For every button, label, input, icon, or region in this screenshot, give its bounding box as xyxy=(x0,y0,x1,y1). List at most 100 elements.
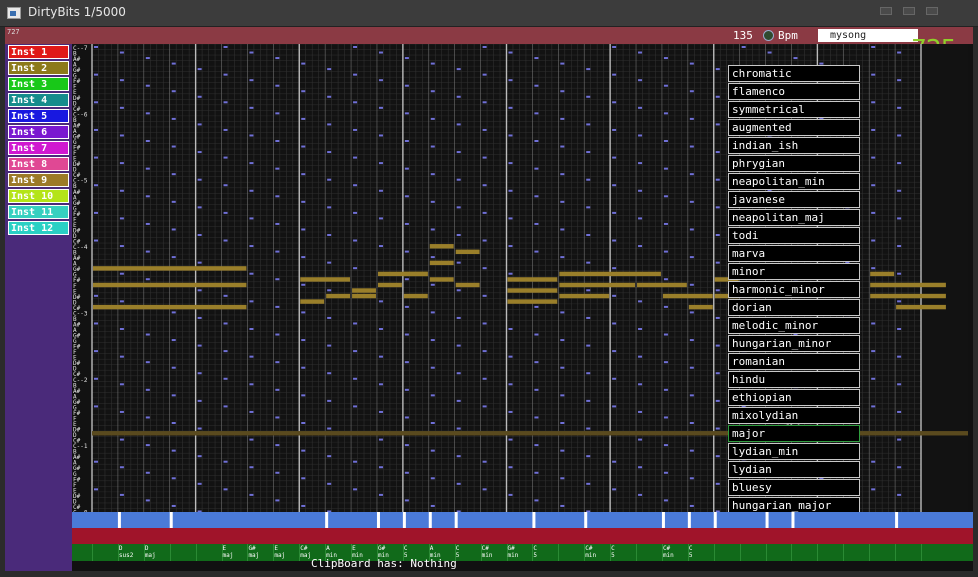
scale-option-minor[interactable]: minor xyxy=(728,263,860,280)
note-block[interactable] xyxy=(455,282,480,288)
instrument-button-4[interactable]: Inst 4 xyxy=(8,93,69,107)
scale-option-indian-ish[interactable]: indian_ish xyxy=(728,137,860,154)
scale-option-dorian[interactable]: dorian xyxy=(728,299,860,316)
chord-label[interactable]: C5 xyxy=(689,545,693,559)
scale-option-hungarian-minor[interactable]: hungarian_minor xyxy=(728,335,860,352)
scale-option-ethiopian[interactable]: ethiopian xyxy=(728,389,860,406)
pattern-marker[interactable] xyxy=(765,512,769,528)
pattern-marker[interactable] xyxy=(687,512,691,528)
note-block[interactable] xyxy=(429,277,454,282)
scale-option-phrygian[interactable]: phrygian xyxy=(728,155,860,172)
chord-label[interactable]: C5 xyxy=(533,545,537,559)
note-block[interactable] xyxy=(300,299,325,304)
instrument-button-9[interactable]: Inst 9 xyxy=(8,173,69,187)
pattern-marker[interactable] xyxy=(428,512,432,528)
note-block[interactable] xyxy=(93,304,247,310)
close-button[interactable] xyxy=(926,7,938,15)
instrument-button-10[interactable]: Inst 10 xyxy=(8,189,69,203)
note-block[interactable] xyxy=(403,293,428,299)
pattern-marker[interactable] xyxy=(895,512,899,528)
instrument-button-3[interactable]: Inst 3 xyxy=(8,77,69,91)
scale-option-lydian[interactable]: lydian xyxy=(728,461,860,478)
scale-option-melodic-minor[interactable]: melodic_minor xyxy=(728,317,860,334)
pattern-marker[interactable] xyxy=(169,512,173,528)
pattern-marker[interactable] xyxy=(117,512,121,528)
playback-bar-fill[interactable] xyxy=(72,512,973,528)
note-block[interactable] xyxy=(870,271,895,277)
chord-label[interactable]: C# maj xyxy=(300,545,311,559)
note-block[interactable] xyxy=(559,293,610,299)
note-block[interactable] xyxy=(429,244,454,249)
note-block[interactable] xyxy=(637,282,687,288)
scale-option-neapolitan-maj[interactable]: neapolitan_maj xyxy=(728,209,860,226)
scale-option-harmonic-minor[interactable]: harmonic_minor xyxy=(728,281,860,298)
note-block[interactable] xyxy=(688,304,713,310)
playback-bar[interactable] xyxy=(72,512,973,528)
pattern-bar[interactable] xyxy=(72,528,973,544)
note-block[interactable] xyxy=(352,288,376,293)
chord-label[interactable]: C# min xyxy=(663,545,674,559)
song-name-field[interactable]: mysong xyxy=(818,29,918,42)
pattern-marker[interactable] xyxy=(376,512,380,528)
note-block[interactable] xyxy=(870,282,946,288)
scale-option-todi[interactable]: todi xyxy=(728,227,860,244)
scale-option-chromatic[interactable]: chromatic xyxy=(728,65,860,82)
scale-option-symmetrical[interactable]: symmetrical xyxy=(728,101,860,118)
note-block[interactable] xyxy=(326,293,351,299)
chord-bar[interactable]: Dsus2 Dmaj Emaj G# maj Emaj C# maj Amin Emin G# min… xyxy=(72,544,973,561)
chord-label[interactable]: Dmaj xyxy=(145,545,156,559)
pattern-marker[interactable] xyxy=(454,512,458,528)
scale-option-neapolitan-min[interactable]: neapolitan_min xyxy=(728,173,860,190)
scale-option-javanese[interactable]: javanese xyxy=(728,191,860,208)
instrument-button-12[interactable]: Inst 12 xyxy=(8,221,69,235)
note-block[interactable] xyxy=(896,304,946,310)
chord-label[interactable]: Emaj xyxy=(223,545,234,559)
scale-option-marva[interactable]: marva xyxy=(728,245,860,262)
instrument-button-7[interactable]: Inst 7 xyxy=(8,141,69,155)
minimize-button[interactable] xyxy=(880,7,892,15)
scale-option-hindu[interactable]: hindu xyxy=(728,371,860,388)
window-titlebar[interactable]: DirtyBits 1/5000 xyxy=(0,0,978,27)
pattern-marker[interactable] xyxy=(325,512,329,528)
scale-option-lydian-min[interactable]: lydian_min xyxy=(728,443,860,460)
note-block[interactable] xyxy=(662,293,713,299)
pattern-marker[interactable] xyxy=(661,512,665,528)
instrument-button-6[interactable]: Inst 6 xyxy=(8,125,69,139)
note-block[interactable] xyxy=(870,293,946,299)
scale-option-mixolydian[interactable]: mixolydian xyxy=(728,407,860,424)
instrument-button-2[interactable]: Inst 2 xyxy=(8,61,69,75)
chord-label[interactable]: G# min xyxy=(508,545,519,559)
instrument-button-11[interactable]: Inst 11 xyxy=(8,205,69,219)
chord-label[interactable]: C5 xyxy=(611,545,615,559)
pattern-marker[interactable] xyxy=(713,512,717,528)
note-block[interactable] xyxy=(455,249,480,255)
scale-option-major[interactable]: major xyxy=(728,425,860,442)
note-block[interactable] xyxy=(377,282,402,288)
pattern-marker[interactable] xyxy=(791,512,795,528)
note-block[interactable] xyxy=(559,282,636,288)
scale-option-romanian[interactable]: romanian xyxy=(728,353,860,370)
scale-option-flamenco[interactable]: flamenco xyxy=(728,83,860,100)
chord-label[interactable]: Emaj xyxy=(274,545,285,559)
chord-label[interactable]: Dsus2 xyxy=(119,545,133,559)
note-block[interactable] xyxy=(559,271,661,277)
maximize-button[interactable] xyxy=(903,7,915,15)
pattern-marker[interactable] xyxy=(402,512,406,528)
note-block[interactable] xyxy=(429,260,454,266)
bpm-knob-icon[interactable] xyxy=(763,30,774,41)
instrument-button-1[interactable]: Inst 1 xyxy=(8,45,69,59)
note-block[interactable] xyxy=(93,266,247,271)
chord-label[interactable]: C# min xyxy=(482,545,493,559)
pattern-marker[interactable] xyxy=(584,512,588,528)
scale-option-bluesy[interactable]: bluesy xyxy=(728,479,860,496)
instrument-button-8[interactable]: Inst 8 xyxy=(8,157,69,171)
note-block[interactable] xyxy=(300,277,351,282)
note-block[interactable] xyxy=(403,271,428,277)
note-block[interactable] xyxy=(352,293,376,299)
bpm-value[interactable]: 135 xyxy=(733,29,753,42)
instrument-button-5[interactable]: Inst 5 xyxy=(8,109,69,123)
note-block[interactable] xyxy=(507,288,558,293)
scale-option-augmented[interactable]: augmented xyxy=(728,119,860,136)
note-block[interactable] xyxy=(507,299,558,304)
pattern-marker[interactable] xyxy=(532,512,536,528)
